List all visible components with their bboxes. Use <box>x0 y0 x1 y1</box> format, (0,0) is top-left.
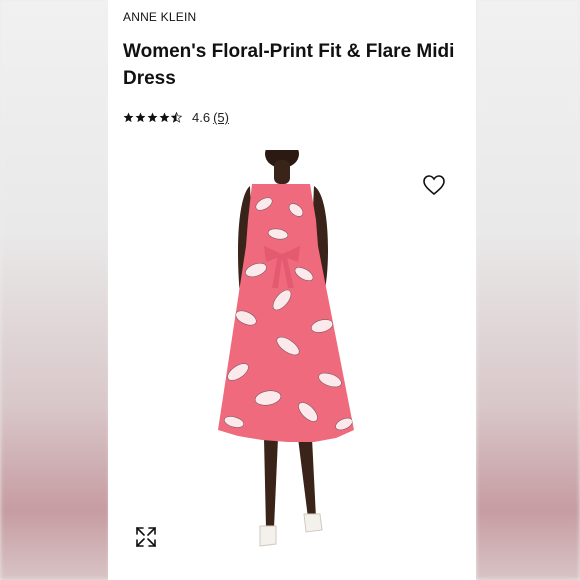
rating-summary[interactable]: 4.6 (5) <box>123 110 229 125</box>
model-photo <box>218 150 354 547</box>
product-image[interactable] <box>108 150 476 580</box>
product-title: Women's Floral-Print Fit & Flare Midi Dr… <box>123 41 455 89</box>
star-icon <box>159 112 170 123</box>
brand-name[interactable]: ANNE KLEIN <box>123 10 196 24</box>
expand-arrows-icon[interactable] <box>135 526 157 548</box>
product-card: ANNE KLEIN Women's Floral-Print Fit & Fl… <box>108 0 476 580</box>
rating-value: 4.6 <box>192 110 211 125</box>
star-icon <box>123 112 134 123</box>
star-icon <box>147 112 158 123</box>
star-rating <box>123 112 182 123</box>
star-icon <box>135 112 146 123</box>
backdrop-right <box>476 0 580 580</box>
heart-outline-icon[interactable] <box>422 174 446 196</box>
review-count-link[interactable]: (5) <box>213 110 229 125</box>
half-star-icon <box>171 112 182 123</box>
backdrop-left <box>0 0 110 580</box>
